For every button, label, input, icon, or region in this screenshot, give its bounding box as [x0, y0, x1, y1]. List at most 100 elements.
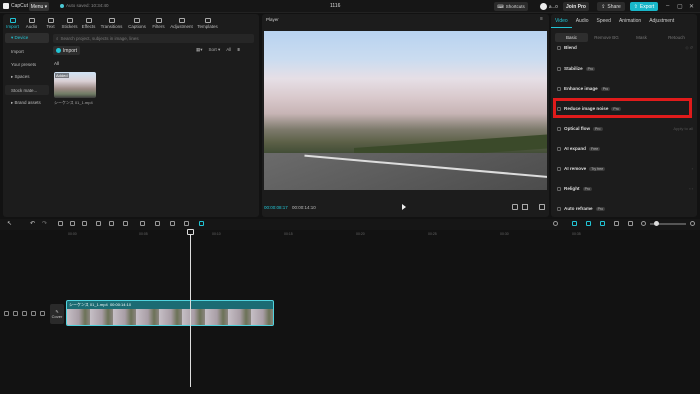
export-button[interactable]: ⇧ Export — [630, 2, 658, 11]
close-icon[interactable]: ✕ — [689, 3, 694, 10]
blend-checkbox[interactable] — [557, 45, 561, 50]
zoom-out-icon[interactable] — [641, 221, 646, 226]
optical-flow-checkbox[interactable] — [557, 126, 561, 131]
tab-captions[interactable]: Captions — [125, 14, 149, 32]
select-tool-icon[interactable]: ↖ — [7, 220, 13, 227]
share-button[interactable]: ⇪ Share — [597, 2, 625, 11]
tab-effects[interactable]: Effects — [79, 14, 98, 32]
reverse-icon[interactable] — [170, 221, 175, 226]
redo-icon[interactable]: ↷ — [42, 220, 48, 227]
prop-ai-remove[interactable]: AI remove Try free › — [557, 166, 693, 171]
prop-blend[interactable]: Blend ◇ ↺ — [557, 45, 693, 50]
tab-templates[interactable]: Templates — [195, 14, 220, 32]
delete-icon[interactable] — [96, 221, 101, 226]
crop-icon[interactable] — [109, 221, 114, 226]
tab-import[interactable]: Import — [3, 14, 22, 32]
lock-icon[interactable] — [13, 310, 18, 316]
chevron-right-icon[interactable]: › — [692, 166, 693, 171]
enhance-checkbox[interactable] — [557, 86, 561, 91]
player-menu-icon[interactable]: ≡ — [540, 16, 543, 22]
import-button[interactable]: Import — [53, 46, 80, 55]
audio-mute-icon[interactable] — [31, 310, 36, 316]
tab-speed[interactable]: Speed — [593, 14, 615, 28]
shortcuts-button[interactable]: ⌨ Shortcuts — [494, 2, 528, 11]
rotate-icon[interactable] — [155, 221, 160, 226]
playhead-handle[interactable] — [187, 229, 194, 235]
undo-icon[interactable]: ↶ — [30, 220, 36, 227]
relight-checkbox[interactable] — [557, 186, 561, 191]
tab-audio[interactable]: Audio — [22, 14, 41, 32]
sidebar-item-brand-assets[interactable]: ▸ Brand assets — [5, 98, 49, 108]
split-right-icon[interactable] — [82, 221, 87, 226]
track-toggle-icon[interactable] — [4, 310, 9, 316]
tab-stickers[interactable]: Stickers — [60, 14, 79, 32]
tab-transitions[interactable]: Transitions — [98, 14, 125, 32]
prop-optical-flow[interactable]: Optical flow Pro Apply to all — [557, 126, 693, 131]
prop-enhance-image[interactable]: Enhance image Pro — [557, 86, 693, 91]
view-toggle-icon[interactable]: ▦▾ — [196, 47, 203, 53]
prop-auto-reframe[interactable]: Auto reframe Pro — [557, 206, 693, 211]
sidebar-item-stock[interactable]: Stock mate... — [5, 85, 49, 95]
more-icon[interactable] — [40, 310, 45, 316]
link-icon[interactable] — [572, 221, 577, 226]
preview-axis-icon[interactable] — [614, 221, 619, 226]
tab-audio-props[interactable]: Audio — [572, 14, 593, 28]
freeze-icon[interactable] — [123, 221, 128, 226]
cover-button[interactable]: ✎ Cover — [50, 304, 64, 324]
maximize-icon[interactable]: ▢ — [677, 3, 683, 10]
prop-stabilize[interactable]: Stabilize Pro — [557, 66, 693, 71]
tab-video[interactable]: Video — [551, 14, 572, 28]
prop-ai-expand[interactable]: AI expand Free — [557, 146, 693, 151]
stabilize-checkbox[interactable] — [557, 66, 561, 71]
linkage-icon[interactable] — [600, 221, 605, 226]
magnet-icon[interactable] — [586, 221, 591, 226]
eye-icon[interactable] — [22, 310, 27, 316]
sidebar-item-device[interactable]: ▾ Device — [5, 33, 49, 43]
microphone-icon[interactable] — [553, 221, 558, 226]
menu-button[interactable]: Menu ▾ — [29, 2, 49, 11]
reset-icon[interactable]: ◇ ↺ — [685, 45, 693, 50]
subtab-basic[interactable]: Basic — [555, 33, 588, 42]
media-search-input[interactable]: ⌕ Search project, subjects in image, line… — [53, 34, 254, 43]
tab-adjustment[interactable]: Adjustment — [168, 14, 195, 32]
aspect-ratio-icon[interactable] — [522, 204, 528, 210]
video-clip[interactable]: シーケンス 01_1.mp4 00:00:14:10 — [66, 300, 274, 326]
play-icon[interactable] — [402, 204, 406, 210]
minimize-icon[interactable]: – — [666, 3, 669, 9]
sort-button[interactable]: Sort ▾ — [209, 47, 221, 53]
tab-adjustment-props[interactable]: Adjustment — [645, 14, 678, 28]
tab-filters[interactable]: Filters — [149, 14, 168, 32]
crop-ratio-icon[interactable] — [184, 221, 189, 226]
ai-remove-checkbox[interactable] — [557, 166, 561, 171]
sidebar-item-import[interactable]: Import — [5, 46, 49, 56]
project-title[interactable]: 1116 — [330, 3, 340, 9]
media-thumbnail[interactable]: Added — [54, 72, 96, 98]
fullscreen-icon[interactable] — [539, 204, 545, 210]
split-left-icon[interactable] — [70, 221, 75, 226]
mirror-icon[interactable] — [140, 221, 145, 226]
zoom-in-icon[interactable] — [690, 221, 695, 226]
subtab-mask[interactable]: Mask — [625, 33, 658, 42]
tab-text[interactable]: Text — [41, 14, 60, 32]
ai-expand-checkbox[interactable] — [557, 146, 561, 151]
user-account[interactable]: a...0 — [540, 2, 558, 11]
subtab-remove-bg[interactable]: Remove BG — [590, 33, 623, 42]
prop-relight[interactable]: Relight Pro ‹ › — [557, 186, 693, 191]
fit-screen-icon[interactable] — [512, 204, 518, 210]
sidebar-item-presets[interactable]: Your presets — [5, 59, 49, 69]
sidebar-item-spaces[interactable]: ▸ Spaces — [5, 72, 49, 82]
video-preview[interactable] — [264, 31, 547, 190]
relight-toggle-icon[interactable]: ‹ › — [689, 186, 693, 191]
subtab-retouch[interactable]: Retouch — [660, 33, 693, 42]
ai-tool-icon[interactable] — [199, 221, 204, 226]
split-icon[interactable] — [58, 221, 63, 226]
playhead[interactable] — [190, 229, 191, 387]
apply-all-button[interactable]: Apply to all — [673, 126, 693, 131]
filter-icon[interactable]: ⩩ — [237, 47, 239, 53]
zoom-slider-handle[interactable] — [654, 221, 659, 226]
filter-all-button[interactable]: All — [226, 47, 231, 53]
reframe-checkbox[interactable] — [557, 206, 561, 211]
fit-timeline-icon[interactable] — [628, 221, 633, 226]
join-pro-button[interactable]: Join Pro — [563, 2, 589, 11]
tab-animation[interactable]: Animation — [615, 14, 645, 28]
